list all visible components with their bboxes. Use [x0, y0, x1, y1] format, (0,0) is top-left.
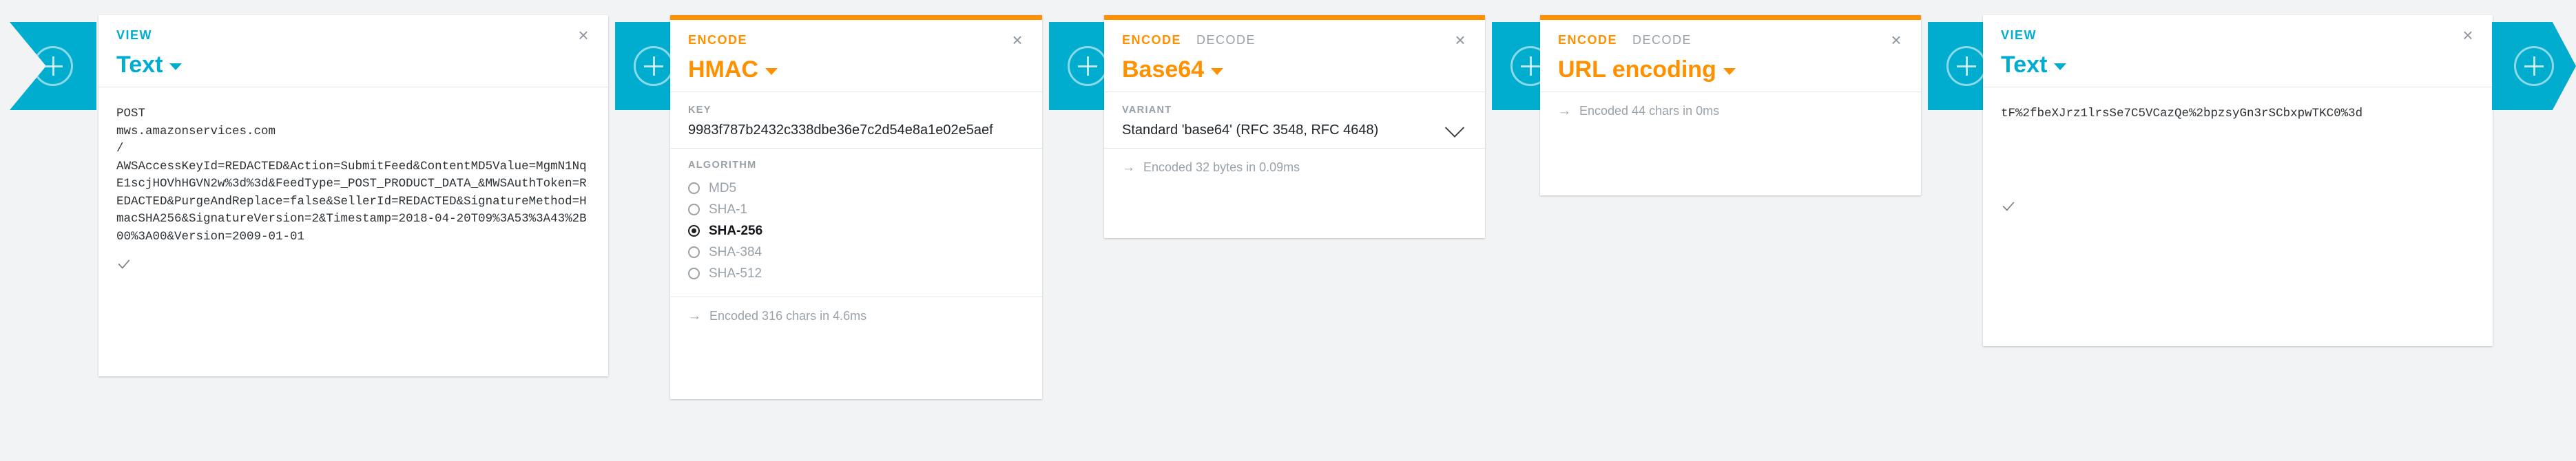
- caret-down-icon: [2054, 63, 2067, 70]
- operation-selector-text[interactable]: Text: [2001, 51, 2067, 78]
- close-icon[interactable]: ×: [1451, 31, 1470, 50]
- radio-icon: [688, 204, 700, 215]
- radio-sha-1[interactable]: SHA-1: [688, 199, 1024, 220]
- check-icon: [116, 257, 132, 272]
- card-header: ENCODE × HMAC: [670, 20, 1042, 92]
- plus-circle-icon: [2514, 46, 2554, 86]
- operation-selector-base64[interactable]: Base64: [1122, 56, 1224, 83]
- add-step-button-0[interactable]: [10, 22, 96, 110]
- chevron-down-icon: [1444, 118, 1465, 138]
- pipeline-canvas: VIEW × Text POST mws.amazonservices.com …: [0, 0, 2576, 461]
- radio-label: SHA-256: [709, 223, 763, 238]
- add-step-button-5[interactable]: [2492, 22, 2576, 110]
- status-text: Encoded 44 chars in 0ms: [1579, 104, 1720, 118]
- close-icon[interactable]: ×: [1887, 31, 1906, 50]
- tab-view[interactable]: VIEW: [116, 28, 152, 43]
- radio-label: SHA-384: [709, 244, 762, 259]
- input-text-content[interactable]: POST mws.amazonservices.com / AWSAccessK…: [98, 87, 608, 246]
- radio-icon: [688, 268, 700, 279]
- arrow-right-icon: →: [1122, 160, 1135, 175]
- tab-encode[interactable]: ENCODE: [688, 33, 747, 47]
- status-bar: → Encoded 32 bytes in 0.09ms: [1104, 149, 1485, 186]
- radio-sha-384[interactable]: SHA-384: [688, 242, 1024, 263]
- card-body: → Encoded 44 chars in 0ms: [1540, 92, 1921, 130]
- algorithm-label: ALGORITHM: [688, 160, 757, 171]
- radio-sha-256[interactable]: SHA-256: [688, 220, 1024, 242]
- radio-label: SHA-512: [709, 266, 762, 281]
- card-view-output: VIEW × Text tF%2fbeXJrz1lrsSe7C5VCazQe%2…: [1983, 15, 2493, 346]
- variant-value: Standard 'base64' (RFC 3548, RFC 4648): [1122, 122, 1379, 138]
- operation-label: HMAC: [688, 56, 758, 83]
- radio-sha-512[interactable]: SHA-512: [688, 263, 1024, 284]
- radio-selected-icon: [688, 225, 700, 237]
- mode-tabs: VIEW: [116, 28, 590, 43]
- status-bar: → Encoded 316 chars in 4.6ms: [670, 297, 1042, 335]
- arrow-right-icon: →: [688, 309, 701, 323]
- radio-icon: [688, 246, 700, 258]
- mode-tabs: ENCODE DECODE: [1558, 32, 1903, 47]
- plus-circle-icon: [634, 46, 674, 86]
- algorithm-field-block: ALGORITHM MD5 SHA-1 SHA-256 SHA-384 SHA-…: [670, 149, 1042, 297]
- card-url-encoding: ENCODE DECODE × URL encoding → Encoded 4…: [1540, 15, 1921, 195]
- operation-label: Text: [116, 52, 163, 78]
- close-icon[interactable]: ×: [574, 26, 593, 45]
- card-header: VIEW × Text: [98, 15, 608, 87]
- key-field-block: KEY 9983f787b2432c338dbe36e7c2d54e8a1e02…: [670, 92, 1042, 148]
- plus-circle-icon: [1946, 46, 1986, 86]
- card-header: ENCODE DECODE × Base64: [1104, 20, 1485, 92]
- mode-tabs: ENCODE: [688, 32, 1024, 47]
- operation-selector-url[interactable]: URL encoding: [1558, 56, 1736, 83]
- tab-decode[interactable]: DECODE: [1196, 33, 1256, 47]
- caret-down-icon: [1211, 68, 1224, 75]
- arrow-right-icon: →: [1558, 104, 1571, 118]
- caret-down-icon: [1723, 68, 1736, 75]
- tab-view[interactable]: VIEW: [2001, 28, 2037, 43]
- check-icon: [2001, 199, 2016, 214]
- radio-label: SHA-1: [709, 202, 747, 217]
- operation-label: URL encoding: [1558, 56, 1716, 83]
- status-text: Encoded 32 bytes in 0.09ms: [1143, 160, 1300, 174]
- caret-down-icon: [169, 63, 183, 70]
- card-header: ENCODE DECODE × URL encoding: [1540, 20, 1921, 92]
- status-footer: [1983, 123, 2493, 233]
- card-body: KEY 9983f787b2432c338dbe36e7c2d54e8a1e02…: [670, 92, 1042, 335]
- output-text-content[interactable]: tF%2fbeXJrz1lrsSe7C5VCazQe%2bpzsyGn3rSCb…: [1983, 87, 2493, 123]
- card-hmac: ENCODE × HMAC KEY 9983f787b2432c338dbe36…: [670, 15, 1042, 399]
- card-body: tF%2fbeXJrz1lrsSe7C5VCazQe%2bpzsyGn3rSCb…: [1983, 87, 2493, 233]
- plus-circle-icon: [33, 46, 73, 86]
- card-body: POST mws.amazonservices.com / AWSAccessK…: [98, 87, 608, 290]
- card-view-input: VIEW × Text POST mws.amazonservices.com …: [98, 15, 608, 376]
- radio-label: MD5: [709, 180, 737, 195]
- mode-tabs: ENCODE DECODE: [1122, 32, 1467, 47]
- radio-md5[interactable]: MD5: [688, 178, 1024, 199]
- operation-selector-hmac[interactable]: HMAC: [688, 56, 778, 83]
- variant-select[interactable]: Standard 'base64' (RFC 3548, RFC 4648): [1122, 118, 1467, 138]
- card-body: VARIANT Standard 'base64' (RFC 3548, RFC…: [1104, 92, 1485, 186]
- operation-label: Base64: [1122, 56, 1205, 83]
- close-icon[interactable]: ×: [1008, 31, 1027, 50]
- status-bar: → Encoded 44 chars in 0ms: [1540, 92, 1921, 130]
- variant-field-block: VARIANT Standard 'base64' (RFC 3548, RFC…: [1104, 92, 1485, 148]
- status-footer: [98, 246, 608, 290]
- key-label: KEY: [688, 105, 711, 116]
- card-base64: ENCODE DECODE × Base64 VARIANT Standard …: [1104, 15, 1485, 238]
- tab-encode[interactable]: ENCODE: [1558, 33, 1617, 47]
- card-header: VIEW × Text: [1983, 15, 2493, 87]
- close-icon[interactable]: ×: [2458, 26, 2478, 45]
- radio-icon: [688, 182, 700, 194]
- key-input[interactable]: 9983f787b2432c338dbe36e7c2d54e8a1e02e5ae…: [688, 122, 1024, 138]
- plus-circle-icon: [1068, 46, 1108, 86]
- operation-label: Text: [2001, 52, 2048, 78]
- operation-selector-text[interactable]: Text: [116, 51, 183, 78]
- tab-decode[interactable]: DECODE: [1632, 33, 1692, 47]
- variant-label: VARIANT: [1122, 105, 1172, 116]
- caret-down-icon: [765, 68, 778, 75]
- mode-tabs: VIEW: [2001, 28, 2475, 43]
- status-text: Encoded 316 chars in 4.6ms: [709, 309, 867, 323]
- tab-encode[interactable]: ENCODE: [1122, 33, 1181, 47]
